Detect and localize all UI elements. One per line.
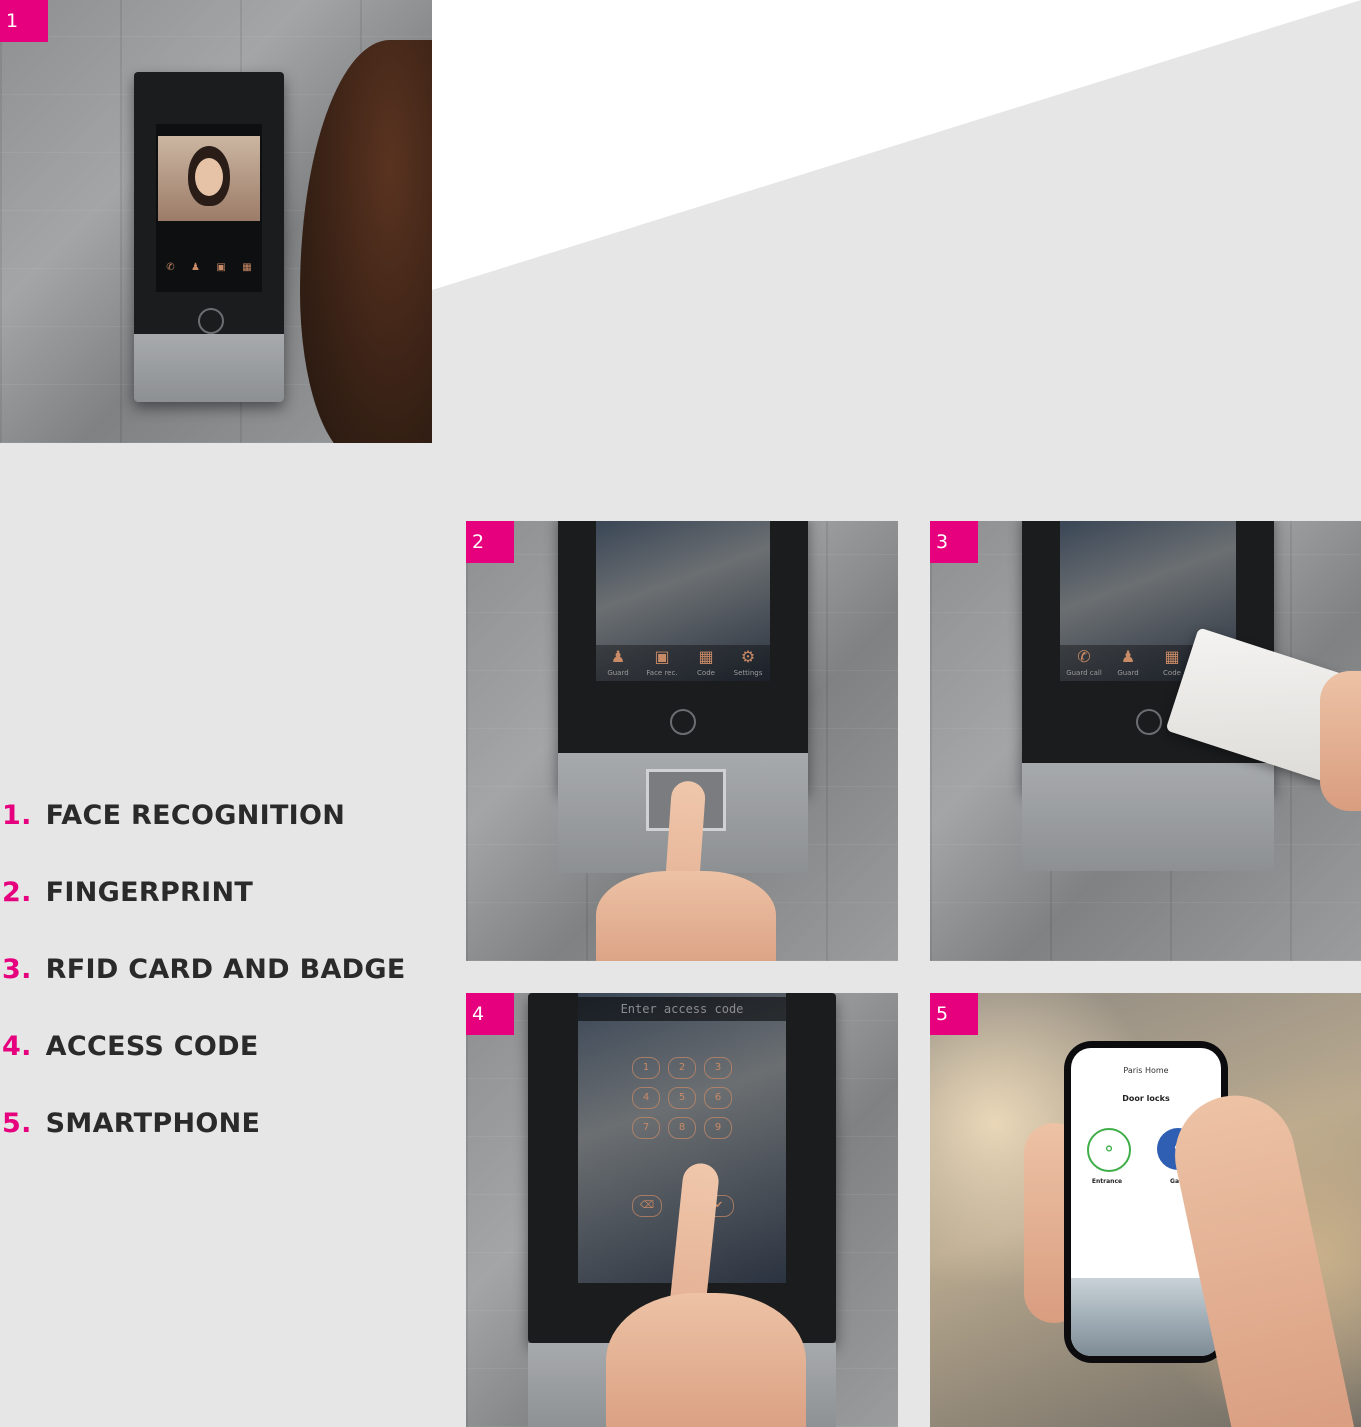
hand	[606, 1293, 806, 1427]
code-icon: ▦	[242, 262, 252, 273]
video-feed	[158, 136, 260, 221]
badge-4: 4	[466, 993, 514, 1035]
menu-label: Settings	[733, 669, 763, 677]
guard-icon: ♟	[1120, 647, 1136, 666]
hand	[596, 871, 776, 961]
guard-icon: ♟	[610, 647, 626, 666]
panel-base	[1022, 763, 1274, 871]
keypad-key[interactable]: 9	[704, 1117, 732, 1139]
badge-5: 5	[930, 993, 978, 1035]
settings-icon: ⚙	[740, 647, 756, 666]
phone-icon: ✆	[1077, 647, 1091, 666]
panel-base	[134, 334, 284, 402]
face-icon: ▣	[216, 262, 226, 273]
face-rec-icon: ▣	[654, 647, 670, 666]
intercom-panel: ♟ ▣ ▦ ⚙ Guard Face rec. Code Settings	[558, 521, 808, 791]
rfid-reader-icon	[670, 709, 696, 735]
keypad-key[interactable]: 5	[668, 1087, 696, 1109]
feature-item: 2. FINGERPRINT	[2, 877, 254, 908]
building-photo	[1071, 1278, 1221, 1356]
code-icon: ▦	[1164, 647, 1180, 666]
phone-icon: ✆	[166, 262, 175, 273]
feature-item: 4. ACCESS CODE	[2, 1031, 259, 1062]
menu-label: Face rec.	[646, 669, 678, 677]
lock-label: Entrance	[1091, 1178, 1123, 1185]
photo-smartphone: Paris Home Door locks ⚬ ⚬ Entrance Gate …	[930, 993, 1361, 1427]
code-prompt: Enter access code	[578, 997, 786, 1021]
menu-label: Code	[697, 669, 715, 677]
panel-menu-row: ✆ ♟ ▣ ▦	[158, 262, 260, 286]
panel-menu-row: ♟ ▣ ▦ ⚙ Guard Face rec. Code Settings	[596, 645, 770, 681]
photo-fingerprint: ♟ ▣ ▦ ⚙ Guard Face rec. Code Settings 2	[466, 521, 898, 961]
app-header: Paris Home	[1123, 1066, 1169, 1075]
menu-label: Guard	[607, 669, 629, 677]
lock-entrance-button[interactable]: ⚬	[1087, 1128, 1131, 1172]
photo-rfid-card: ✆ ♟ ▦ Guard call Guard Code 3	[930, 521, 1361, 961]
keypad-key[interactable]: 7	[632, 1117, 660, 1139]
feature-item: 5. SMARTPHONE	[2, 1108, 261, 1139]
rfid-reader-icon	[198, 308, 224, 334]
keypad-key[interactable]: 2	[668, 1057, 696, 1079]
visitor-face	[188, 146, 230, 206]
rfid-reader-icon	[1136, 709, 1162, 735]
keypad-key[interactable]: 1	[632, 1057, 660, 1079]
code-icon: ▦	[698, 647, 714, 666]
feature-item: 1. FACE RECOGNITION	[2, 800, 346, 831]
feature-list: 1. FACE RECOGNITION 2. FINGERPRINT 3. RFID …	[2, 800, 406, 1185]
delete-key-icon[interactable]: ⌫	[632, 1195, 662, 1217]
keypad-key[interactable]: 3	[704, 1057, 732, 1079]
photo-access-code: Enter access code 1 2 3 4 5 6 7 8 9 ⌫ ✔ …	[466, 993, 898, 1427]
keypad-key[interactable]: 6	[704, 1087, 732, 1109]
badge-3: 3	[930, 521, 978, 563]
keypad-key[interactable]: 4	[632, 1087, 660, 1109]
badge-1: 1	[0, 0, 48, 42]
intercom-panel: ✆ ♟ ▣ ▦	[134, 72, 284, 402]
feature-item: 3. RFID CARD AND BADGE	[2, 954, 406, 985]
menu-label: Guard	[1117, 669, 1139, 677]
photo-face-recognition: ✆ ♟ ▣ ▦ 1	[0, 0, 432, 443]
keypad-key[interactable]: 8	[668, 1117, 696, 1139]
badge-2: 2	[466, 521, 514, 563]
app-section-title: Door locks	[1122, 1094, 1170, 1103]
hand	[1320, 671, 1361, 811]
guard-icon: ♟	[191, 262, 200, 273]
keypad: 1 2 3 4 5 6 7 8 9	[632, 1057, 732, 1139]
menu-label: Guard call	[1066, 669, 1102, 677]
